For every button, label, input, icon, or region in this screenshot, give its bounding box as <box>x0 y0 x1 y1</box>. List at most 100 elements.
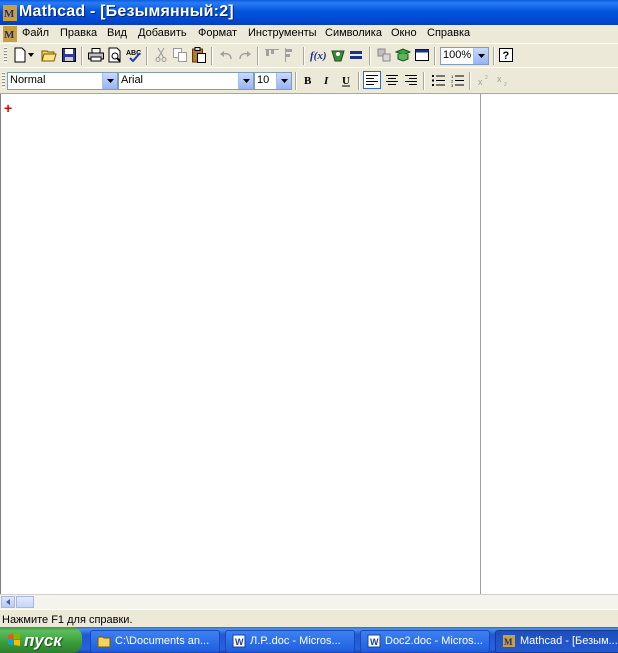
subscript-button[interactable]: x2 <box>494 71 512 89</box>
undo-arrow-icon <box>220 51 232 60</box>
chevron-down-icon[interactable] <box>473 48 488 64</box>
taskbar-item-word-doc2[interactable]: W Doc2.doc - Micros... <box>360 630 490 653</box>
svg-text:2: 2 <box>485 75 488 81</box>
scroll-thumb[interactable] <box>16 596 34 608</box>
superscript-button[interactable]: x2 <box>475 71 493 89</box>
zoom-select[interactable]: 100% <box>440 47 489 65</box>
worksheet-area[interactable] <box>0 94 481 594</box>
start-label: пуск <box>24 631 62 650</box>
save-disk-icon <box>62 48 76 62</box>
windows-logo-icon <box>8 633 20 646</box>
align-across-button[interactable] <box>263 46 281 64</box>
font-size-select[interactable]: 10 <box>254 72 292 90</box>
chevron-down-icon[interactable] <box>276 73 291 89</box>
document-icon[interactable]: M <box>3 26 17 42</box>
chevron-down-icon[interactable] <box>102 73 117 89</box>
mathcad-app-icon[interactable]: M <box>3 5 17 21</box>
chevron-left-icon <box>6 599 10 605</box>
font-select[interactable]: Arial <box>118 72 254 90</box>
svg-text:x: x <box>478 77 483 86</box>
new-dropdown-button[interactable] <box>26 46 36 64</box>
cut-button[interactable] <box>152 46 170 64</box>
numbering-button[interactable]: 123 <box>448 71 466 89</box>
menu-view[interactable]: Вид <box>107 27 127 39</box>
superscript-icon: x2 <box>478 75 488 86</box>
toolbar-separator <box>369 47 371 65</box>
taskbar-item-mathcad[interactable]: M Mathcad - [Безым... <box>495 630 618 653</box>
svg-text:I: I <box>323 75 329 86</box>
menu-file[interactable]: Файл <box>22 27 49 39</box>
menu-bar: M Файл Правка Вид Добавить Формат Инстру… <box>0 25 618 43</box>
print-preview-button[interactable] <box>106 46 124 64</box>
folder-icon <box>97 636 111 648</box>
mathcad-app-icon: M <box>503 635 515 647</box>
save-button[interactable] <box>60 46 78 64</box>
font-size-value: 10 <box>257 74 270 86</box>
chevron-down-icon[interactable] <box>238 73 253 89</box>
align-left-icon <box>366 75 378 85</box>
toolbar-separator <box>469 72 471 90</box>
style-select[interactable]: Normal <box>7 72 118 90</box>
menu-format[interactable]: Формат <box>198 27 237 39</box>
component-wizard-button[interactable] <box>375 46 393 64</box>
toolbar-separator <box>211 47 213 65</box>
insert-unit-button[interactable] <box>329 46 347 64</box>
taskbar-item-word-lr[interactable]: W Л.Р..doc - Micros... <box>225 630 355 653</box>
align-across-icon <box>265 49 279 56</box>
align-left-button[interactable] <box>363 71 381 89</box>
align-center-button[interactable] <box>383 71 401 89</box>
align-down-icon <box>285 48 292 62</box>
insert-function-button[interactable]: f(x) <box>309 46 327 64</box>
svg-text:W: W <box>370 637 379 647</box>
menu-window[interactable]: Окно <box>391 27 417 39</box>
printer-icon <box>88 48 104 62</box>
print-button[interactable] <box>87 46 105 64</box>
align-down-button[interactable] <box>282 46 300 64</box>
underline-icon: U <box>342 75 350 87</box>
bold-button[interactable]: B <box>299 71 317 89</box>
svg-text:U: U <box>342 75 350 87</box>
spell-check-icon: ABC <box>126 50 141 62</box>
horizontal-scrollbar[interactable] <box>0 594 618 609</box>
toolbar-grip[interactable] <box>4 47 7 63</box>
paste-clipboard-icon <box>192 47 206 63</box>
undo-button[interactable] <box>217 46 235 64</box>
full-screen-button[interactable] <box>413 46 431 64</box>
toolbar-separator <box>146 47 148 65</box>
toolbar-separator <box>257 47 259 65</box>
toolbar-separator <box>493 47 495 65</box>
spell-check-button[interactable]: ABC <box>125 46 143 64</box>
align-right-button[interactable] <box>402 71 420 89</box>
word-document-icon: W <box>367 634 381 648</box>
taskbar-item-explorer[interactable]: C:\Documents an... <box>90 630 220 653</box>
calculate-button[interactable] <box>347 46 365 64</box>
word-document-icon: W <box>232 634 246 648</box>
toolbar-grip[interactable] <box>2 72 5 88</box>
open-button[interactable] <box>40 46 58 64</box>
worksheet-margin-area[interactable] <box>480 94 618 594</box>
scroll-left-button[interactable] <box>1 596 15 608</box>
paste-button[interactable] <box>190 46 208 64</box>
function-fx-icon: f(x) <box>310 50 326 62</box>
menu-edit[interactable]: Правка <box>60 27 97 39</box>
menu-tools[interactable]: Инструменты <box>248 27 317 39</box>
svg-text:f(x): f(x) <box>310 50 326 62</box>
redo-arrow-icon <box>239 51 251 60</box>
resource-center-button[interactable] <box>394 46 412 64</box>
menu-insert[interactable]: Добавить <box>138 27 187 39</box>
copy-button[interactable] <box>171 46 189 64</box>
toolbar-separator <box>434 47 436 65</box>
svg-text:2: 2 <box>504 82 507 86</box>
help-button[interactable]: ? <box>497 46 515 64</box>
svg-text:3: 3 <box>451 83 454 87</box>
window-icon <box>415 49 429 61</box>
taskbar-item-label: Mathcad - [Безым... <box>520 635 618 647</box>
redo-button[interactable] <box>236 46 254 64</box>
underline-button[interactable]: U <box>337 71 355 89</box>
bullets-button[interactable] <box>429 71 447 89</box>
component-icon <box>377 48 391 62</box>
menu-help[interactable]: Справка <box>427 27 470 39</box>
menu-symbolics[interactable]: Символика <box>325 27 382 39</box>
italic-button[interactable]: I <box>318 71 336 89</box>
formatting-toolbar: Normal Arial 10 B I U 123 x2 x2 <box>0 67 618 94</box>
